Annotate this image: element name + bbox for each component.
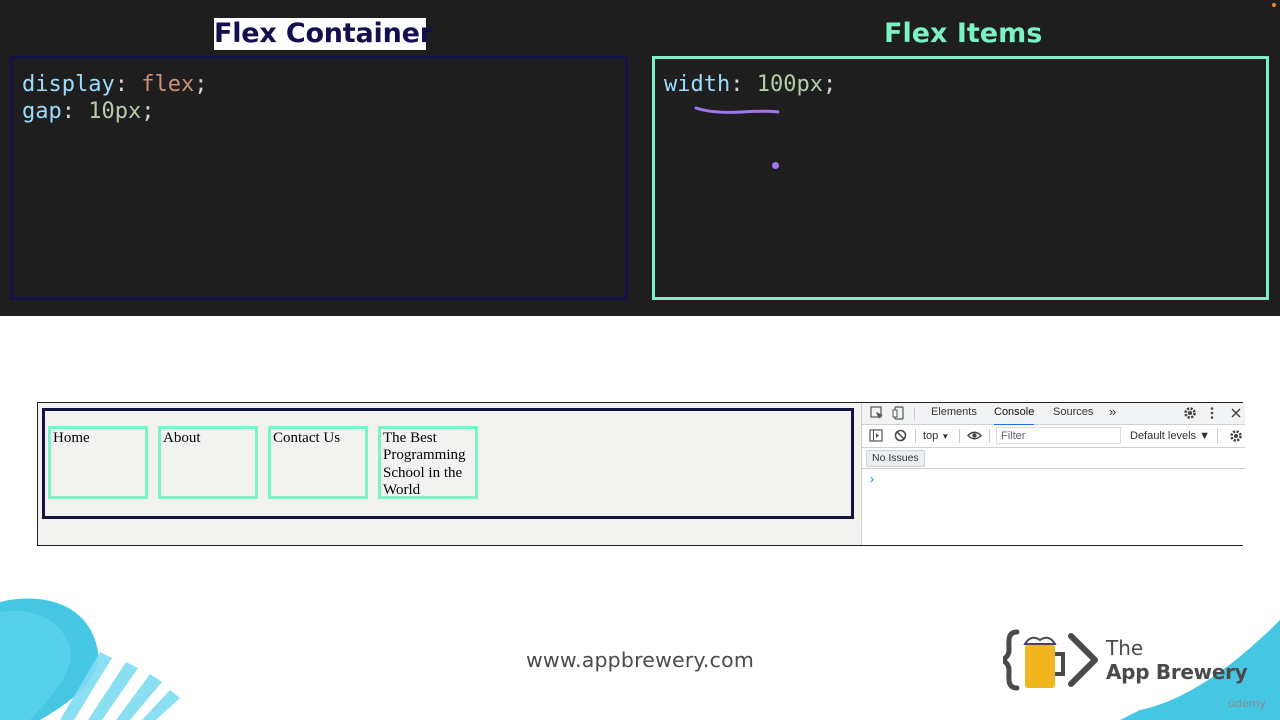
- nav-item-about[interactable]: About: [158, 426, 258, 499]
- code-line-width: width: 100px;: [664, 72, 837, 97]
- console-settings-icon[interactable]: [1229, 429, 1243, 446]
- eye-icon[interactable]: [967, 429, 982, 445]
- toolbar-divider: [989, 429, 990, 443]
- devtools-tab-bar: Elements Console Sources »: [862, 403, 1245, 426]
- udemy-watermark: ūdemy: [1228, 697, 1266, 710]
- issues-badge[interactable]: No Issues: [866, 450, 925, 467]
- toolbar-divider: [959, 429, 960, 443]
- console-toolbar: top ▼ Default levels ▼: [862, 425, 1245, 448]
- annotation-underline: [694, 106, 780, 114]
- nav-item-best-school[interactable]: The Best Programming School in the World: [378, 426, 478, 499]
- browser-window: Home About Contact Us The Best Programmi…: [37, 402, 1245, 546]
- flex-items-code-panel: width: 100px;: [652, 56, 1269, 300]
- slide-panel: Flex Container Flex Items display: flex;…: [0, 0, 1280, 316]
- chevron-down-icon: ▼: [941, 432, 950, 441]
- clear-console-icon[interactable]: [894, 429, 907, 445]
- css-value: 10px: [88, 99, 142, 124]
- flex-container-title: Flex Container: [214, 18, 433, 50]
- code-line-gap: gap: 10px;: [22, 99, 155, 124]
- logo-line-app-brewery: App Brewery: [1106, 660, 1248, 684]
- nav-item-home[interactable]: Home: [48, 426, 148, 499]
- console-filter-input[interactable]: [996, 427, 1121, 444]
- flex-items-title: Flex Items: [884, 18, 1043, 49]
- issues-row: No Issues: [862, 448, 1245, 469]
- device-toggle-icon[interactable]: [892, 406, 906, 423]
- toolbar-divider: [1217, 429, 1218, 443]
- css-property: gap: [22, 99, 62, 124]
- app-brewery-logo-text: The App Brewery: [1106, 636, 1248, 684]
- annotation-cursor-dot: [772, 162, 779, 169]
- context-select-value: top: [923, 430, 939, 442]
- css-value: 100px: [756, 72, 823, 97]
- log-levels-dropdown[interactable]: Default levels ▼: [1130, 428, 1210, 444]
- decorative-shape-left: [0, 598, 180, 720]
- tab-divider: [914, 407, 915, 420]
- flex-container-code-panel: display: flex; gap: 10px;: [10, 56, 628, 300]
- code-line-display: display: flex;: [22, 72, 208, 97]
- css-value: flex: [141, 72, 195, 97]
- tab-elements[interactable]: Elements: [931, 403, 977, 424]
- kebab-menu-icon[interactable]: [1209, 406, 1215, 423]
- css-property: width: [664, 72, 731, 97]
- recording-indicator: [1272, 3, 1276, 7]
- tab-sources[interactable]: Sources: [1053, 403, 1093, 424]
- context-select[interactable]: top ▼: [923, 428, 949, 445]
- page-viewport: Home About Contact Us The Best Programmi…: [38, 403, 861, 545]
- css-property: display: [22, 72, 115, 97]
- console-prompt[interactable]: ›: [870, 472, 874, 486]
- more-tabs-button[interactable]: »: [1109, 403, 1116, 424]
- devtools-panel: Elements Console Sources » top ▼ Filter …: [861, 403, 1245, 545]
- app-brewery-logo-icon: [1003, 629, 1098, 691]
- tab-console[interactable]: Console: [994, 403, 1035, 426]
- inspect-icon[interactable]: [870, 406, 884, 423]
- flex-container-box: Home About Contact Us The Best Programmi…: [42, 408, 854, 519]
- toolbar-divider: [915, 429, 916, 443]
- sidebar-toggle-icon[interactable]: [869, 429, 883, 445]
- settings-icon[interactable]: [1183, 406, 1197, 423]
- website-url: www.appbrewery.com: [525, 648, 755, 672]
- close-icon[interactable]: [1230, 406, 1242, 423]
- logo-line-the: The: [1106, 636, 1144, 660]
- nav-item-contact[interactable]: Contact Us: [268, 426, 368, 499]
